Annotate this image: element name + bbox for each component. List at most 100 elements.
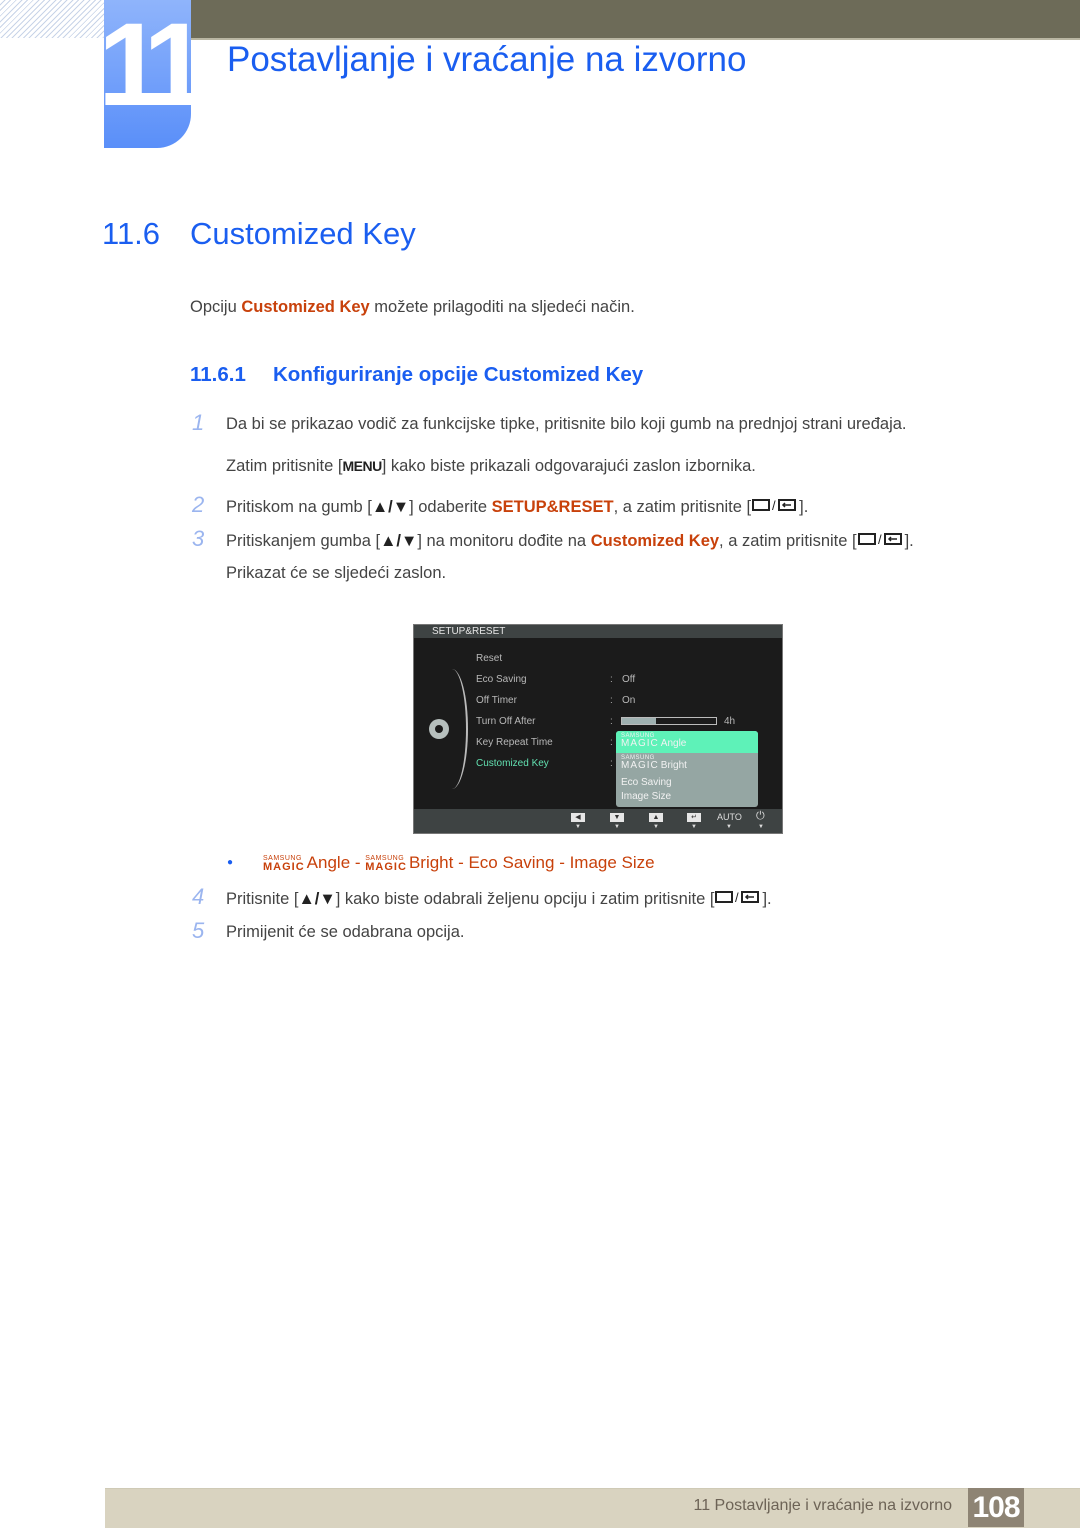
- arrow-indicator-icon: ▼: [614, 824, 620, 830]
- text: ] odaberite: [409, 497, 492, 516]
- step-text: Da bi se prikazao vodič za funkcijske ti…: [226, 415, 907, 433]
- header-bar: [184, 0, 1080, 40]
- text: ] kako biste odabrali željenu opciju i z…: [335, 889, 715, 908]
- arrow-indicator-icon: ▼: [758, 824, 764, 830]
- option-angle: Angle: [306, 853, 351, 872]
- source-enter-icon: /: [751, 497, 799, 518]
- arrow-indicator-icon: ▼: [691, 824, 697, 830]
- option-label: Angle: [660, 738, 687, 749]
- step-text: Pritisnite [▲/▼] kako biste odabrali žel…: [226, 889, 772, 910]
- osd-screenshot: SETUP&RESET Reset Eco Saving : Off Off T…: [413, 624, 783, 834]
- osd-footer: ◀ ▼ ▼ ▼ ▲ ▼ ↵ ▼ AUTO ▼ ⏻ ▼: [414, 809, 782, 833]
- magic-logo: SAMSUNG MAGIC: [365, 855, 407, 873]
- step-number: 1: [192, 410, 205, 435]
- magic-logo: SAMSUNG MAGIC: [263, 855, 305, 873]
- separator: -: [350, 853, 366, 872]
- arrow-indicator-icon: ▼: [575, 824, 581, 830]
- enter-icon[interactable]: ↵: [687, 813, 701, 822]
- source-enter-icon: /: [857, 531, 905, 552]
- separator: -: [453, 853, 469, 872]
- chapter-badge: 11: [104, 0, 191, 148]
- text: Pritisnite [: [226, 889, 299, 908]
- logo-big: MAGIC: [621, 738, 659, 749]
- separator: :: [610, 737, 613, 748]
- osd-value: 4h: [724, 716, 736, 727]
- options-list: SAMSUNG MAGIC Angle - SAMSUNG MAGIC Bright -…: [263, 853, 655, 873]
- text: ] kako biste prikazali odgovarajući zasl…: [381, 457, 756, 475]
- chapter-title: Postavljanje i vraćanje na izvorno: [227, 40, 747, 79]
- step-text: Pritiskanjem gumba [▲/▼] na monitoru dođ…: [226, 531, 914, 552]
- intro-text: Opciju: [190, 298, 242, 316]
- svg-text:/: /: [772, 498, 776, 513]
- intro-text: možete prilagoditi na sljedeći način.: [369, 298, 635, 316]
- osd-dropdown: SAMSUNG MAGIC Angle SAMSUNG MAGIC Bright Eco…: [616, 731, 758, 807]
- logo-big: MAGIC: [621, 760, 659, 771]
- section-title: 11.6 Customized Key: [102, 216, 416, 252]
- osd-value: Off: [622, 674, 636, 685]
- left-icon[interactable]: ◀: [571, 813, 585, 822]
- page-number: 108: [968, 1488, 1024, 1527]
- auto-button[interactable]: AUTO: [717, 812, 742, 822]
- turn-off-after-slider[interactable]: [621, 717, 717, 725]
- step-number: 4: [192, 884, 205, 909]
- osd-menu-item[interactable]: Key Repeat Time: [476, 737, 553, 748]
- separator: :: [610, 716, 613, 727]
- step-number: 2: [192, 492, 205, 517]
- option-eco-saving: Eco Saving: [468, 853, 555, 872]
- step-number: 5: [192, 918, 205, 943]
- option-label: Bright: [660, 760, 687, 771]
- section-label: Customized Key: [190, 216, 416, 251]
- menu-key: MENU: [342, 458, 382, 474]
- osd-menu-item-active[interactable]: Customized Key: [476, 758, 549, 769]
- up-down-keys: ▲/▼: [298, 889, 336, 908]
- dropdown-option[interactable]: Eco Saving: [621, 777, 672, 788]
- osd-menu-item[interactable]: Turn Off After: [476, 716, 535, 727]
- up-icon[interactable]: ▲: [649, 813, 663, 822]
- text: Pritiskom na gumb [: [226, 497, 372, 516]
- slider-fill: [622, 718, 656, 724]
- customized-key-highlight: Customized Key: [590, 531, 720, 550]
- logo-big: MAGIC: [365, 861, 407, 873]
- osd-header: SETUP&RESET: [414, 625, 782, 638]
- footer-chapter-ref: 11 Postavljanje i vraćanje na izvorno: [693, 1497, 952, 1514]
- magic-logo: SAMSUNG MAGIC: [621, 733, 659, 749]
- up-down-keys: ▲/▼: [380, 531, 418, 550]
- dropdown-option[interactable]: SAMSUNG MAGIC Bright: [621, 755, 687, 771]
- source-enter-icon: /: [714, 889, 762, 910]
- osd-menu-item[interactable]: Eco Saving: [476, 674, 527, 685]
- text: ].: [762, 889, 772, 908]
- text: ] na monitoru dođite na: [417, 531, 591, 550]
- step-number: 3: [192, 526, 205, 551]
- svg-text:/: /: [735, 890, 739, 905]
- subsection-title: 11.6.1 Konfiguriranje opcije Customized K…: [190, 363, 643, 387]
- text: ].: [799, 497, 809, 516]
- text: Zatim pritisnite [: [226, 457, 343, 475]
- text: , a zatim pritisnite [: [613, 497, 752, 516]
- logo-big: MAGIC: [263, 861, 305, 873]
- dropdown-option[interactable]: SAMSUNG MAGIC Angle: [621, 733, 686, 749]
- osd-menu-item[interactable]: Reset: [476, 653, 502, 664]
- chapter-number: 11: [104, 0, 191, 131]
- magic-logo: SAMSUNG MAGIC: [621, 755, 659, 771]
- page-footer: 11 Postavljanje i vraćanje na izvorno: [105, 1488, 1080, 1528]
- intro-highlight: Customized Key: [241, 298, 370, 316]
- subsection-number: 11.6.1: [190, 363, 246, 386]
- osd-menu-item[interactable]: Off Timer: [476, 695, 517, 706]
- down-icon[interactable]: ▼: [610, 813, 624, 822]
- separator: -: [554, 853, 570, 872]
- setup-reset-highlight: SETUP&RESET: [491, 497, 614, 516]
- gear-icon: [429, 719, 449, 739]
- separator: :: [610, 758, 613, 769]
- bullet-icon: ●: [227, 857, 234, 868]
- separator: :: [610, 695, 613, 706]
- power-icon[interactable]: ⏻: [756, 810, 765, 823]
- svg-text:/: /: [878, 532, 882, 547]
- text: Pritiskanjem gumba [: [226, 531, 381, 550]
- arrow-indicator-icon: ▼: [726, 824, 732, 830]
- text: , a zatim pritisnite [: [719, 531, 857, 550]
- osd-value: On: [622, 695, 636, 706]
- intro-paragraph: Opciju Customized Key možete prilagoditi…: [190, 298, 635, 317]
- step-text: Pritiskom na gumb [▲/▼] odaberite SETUP&…: [226, 497, 808, 518]
- decorative-hatch: [0, 0, 104, 38]
- dropdown-option[interactable]: Image Size: [621, 791, 671, 802]
